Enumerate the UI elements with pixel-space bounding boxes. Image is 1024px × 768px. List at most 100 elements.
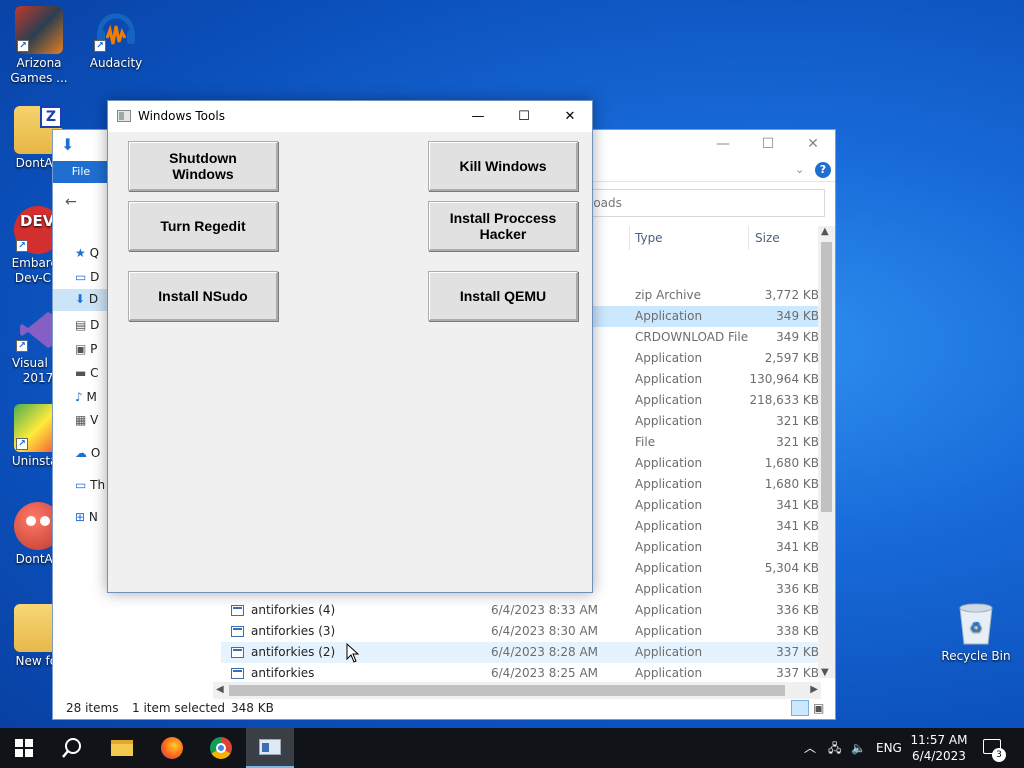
scroll-right-arrow-icon[interactable]: ▶ bbox=[810, 684, 818, 695]
table-row[interactable]: antiforkies (4) 6/4/2023 8:33 AM Applicati… bbox=[221, 600, 819, 621]
address-bar[interactable]: loads bbox=[583, 189, 825, 217]
file-type: Application bbox=[635, 666, 703, 680]
file-size: 130,964 KB bbox=[749, 372, 819, 386]
desktop-icon-arizona[interactable]: ↗ Arizona Games ... bbox=[1, 6, 77, 86]
quick-access-download-icon[interactable]: ⬇ bbox=[61, 135, 74, 154]
taskbar-file-explorer[interactable] bbox=[98, 728, 146, 768]
taskbar-chrome[interactable] bbox=[197, 728, 245, 768]
download-icon: ⬇ bbox=[75, 292, 89, 306]
window-title: Windows Tools bbox=[138, 109, 225, 123]
kill-windows-button[interactable]: Kill Windows bbox=[428, 141, 578, 191]
search-button[interactable] bbox=[48, 728, 96, 768]
volume-muted-icon[interactable]: 🔈 bbox=[851, 728, 866, 768]
input-language[interactable]: ENG bbox=[876, 728, 902, 768]
clock-date: 6/4/2023 bbox=[912, 749, 966, 763]
table-row[interactable]: antiforkies 6/4/2023 8:25 AM Application 33… bbox=[221, 663, 819, 684]
file-size: 349 KB bbox=[776, 309, 819, 323]
file-name: antiforkies (4) bbox=[251, 603, 336, 617]
help-icon[interactable]: ? bbox=[815, 162, 831, 178]
selection-size: 348 KB bbox=[231, 701, 274, 715]
folder-icon bbox=[111, 740, 133, 756]
nav-item-network[interactable]: ⊞ N bbox=[75, 510, 98, 524]
scroll-up-arrow-icon[interactable]: ▲ bbox=[821, 226, 829, 237]
star-icon: ★ bbox=[75, 246, 90, 260]
windows-tools-window: Windows Tools — ☐ ✕ Shutdown Windows Kil… bbox=[107, 100, 593, 593]
taskbar-firefox[interactable] bbox=[148, 728, 196, 768]
nav-item-this-pc[interactable]: ▭ Th bbox=[75, 478, 105, 492]
turn-regedit-button[interactable]: Turn Regedit bbox=[128, 201, 278, 251]
scroll-left-arrow-icon[interactable]: ◀ bbox=[216, 684, 224, 695]
minimize-button[interactable]: — bbox=[455, 101, 501, 132]
clock[interactable]: 11:57 AM 6/4/2023 bbox=[906, 732, 972, 764]
explorer-maximize-button[interactable]: ☐ bbox=[753, 136, 783, 154]
clock-time: 11:57 AM bbox=[910, 733, 968, 747]
large-icons-view-icon[interactable]: ▣ bbox=[813, 700, 829, 716]
table-row[interactable]: antiforkies (2) 6/4/2023 8:28 AM Applicati… bbox=[221, 642, 819, 663]
file-type: Application bbox=[635, 561, 703, 575]
back-arrow-icon[interactable]: ← bbox=[65, 194, 77, 210]
drive-icon: ▬ bbox=[75, 366, 91, 380]
shortcut-arrow-icon: ↗ bbox=[94, 40, 106, 52]
nav-item-videos[interactable]: ▦ V bbox=[75, 413, 98, 427]
nav-item-downloads[interactable]: ⬇ D bbox=[75, 292, 98, 306]
application-file-icon bbox=[231, 605, 244, 616]
picture-icon: ▣ bbox=[75, 342, 91, 356]
install-nsudo-button[interactable]: Install NSudo bbox=[128, 271, 278, 321]
explorer-minimize-button[interactable]: — bbox=[708, 136, 738, 154]
file-size: 321 KB bbox=[776, 435, 819, 449]
taskbar-windows-tools[interactable] bbox=[246, 728, 294, 768]
shutdown-windows-button[interactable]: Shutdown Windows bbox=[128, 141, 278, 191]
nav-item-onedrive[interactable]: ☁ O bbox=[75, 446, 100, 460]
start-button[interactable] bbox=[0, 728, 48, 768]
item-count: 28 items bbox=[66, 701, 119, 715]
column-header-type[interactable]: Type bbox=[635, 226, 663, 250]
file-date: 6/4/2023 8:28 AM bbox=[491, 645, 599, 659]
nav-item-documents[interactable]: ▤ D bbox=[75, 318, 99, 332]
file-type: Application bbox=[635, 309, 703, 323]
table-row[interactable]: antiforkies (3) 6/4/2023 8:30 AM Applicati… bbox=[221, 621, 819, 642]
nav-item-desktop[interactable]: ▭ D bbox=[75, 270, 99, 284]
network-tray-icon[interactable]: 🖧 bbox=[828, 728, 841, 768]
desktop-icon-audacity[interactable]: ↗ Audacity bbox=[78, 6, 154, 71]
app-window-icon bbox=[117, 110, 131, 122]
file-size: 338 KB bbox=[776, 624, 819, 638]
file-size: 1,680 KB bbox=[764, 477, 819, 491]
windows-logo-icon bbox=[15, 739, 33, 757]
details-view-icon[interactable] bbox=[791, 700, 809, 716]
file-size: 2,597 KB bbox=[764, 351, 819, 365]
show-hidden-icons-chevron-icon[interactable]: ︿ bbox=[804, 728, 816, 768]
maximize-button[interactable]: ☐ bbox=[501, 101, 547, 132]
scroll-down-arrow-icon[interactable]: ▼ bbox=[821, 667, 829, 678]
file-type: Application bbox=[635, 519, 703, 533]
network-icon: ⊞ bbox=[75, 510, 89, 524]
horizontal-scroll-thumb[interactable] bbox=[229, 685, 785, 696]
music-icon: ♪ bbox=[75, 390, 87, 404]
close-button[interactable]: ✕ bbox=[547, 101, 593, 132]
column-header-size[interactable]: Size bbox=[755, 226, 780, 250]
column-separator[interactable] bbox=[748, 226, 749, 250]
install-process-hacker-button[interactable]: Install Proccess Hacker bbox=[428, 201, 578, 251]
nav-item-music[interactable]: ♪ M bbox=[75, 390, 97, 404]
desktop-icon-recycle-bin[interactable]: ♻ Recycle Bin bbox=[940, 600, 1012, 663]
computer-icon: ▭ bbox=[75, 478, 91, 492]
desktop-icon-label: Arizona Games ... bbox=[10, 56, 68, 85]
file-type: Application bbox=[635, 372, 703, 386]
file-tab[interactable]: File bbox=[53, 161, 109, 183]
desktop-icon: ▭ bbox=[75, 270, 91, 284]
nav-item-quick-access[interactable]: ★ Q bbox=[75, 246, 99, 260]
vertical-scrollbar[interactable]: ▲ ▼ bbox=[818, 226, 835, 678]
audacity-icon: ↗ bbox=[92, 6, 140, 54]
nav-item-pictures[interactable]: ▣ P bbox=[75, 342, 97, 356]
file-date: 6/4/2023 8:25 AM bbox=[491, 666, 599, 680]
ribbon-expand-chevron-icon[interactable]: ⌄ bbox=[795, 163, 804, 176]
nav-item-drive[interactable]: ▬ C bbox=[75, 366, 99, 380]
file-size: 341 KB bbox=[776, 519, 819, 533]
install-qemu-button[interactable]: Install QEMU bbox=[428, 271, 578, 321]
vertical-scroll-thumb[interactable] bbox=[821, 242, 832, 512]
file-size: 3,772 KB bbox=[764, 288, 819, 302]
recycle-bin-icon: ♻ bbox=[959, 603, 993, 645]
desktop-icon-label: Audacity bbox=[89, 56, 143, 70]
column-separator[interactable] bbox=[629, 226, 630, 250]
tools-titlebar[interactable]: Windows Tools — ☐ ✕ bbox=[108, 101, 592, 132]
explorer-close-button[interactable]: ✕ bbox=[798, 136, 828, 154]
